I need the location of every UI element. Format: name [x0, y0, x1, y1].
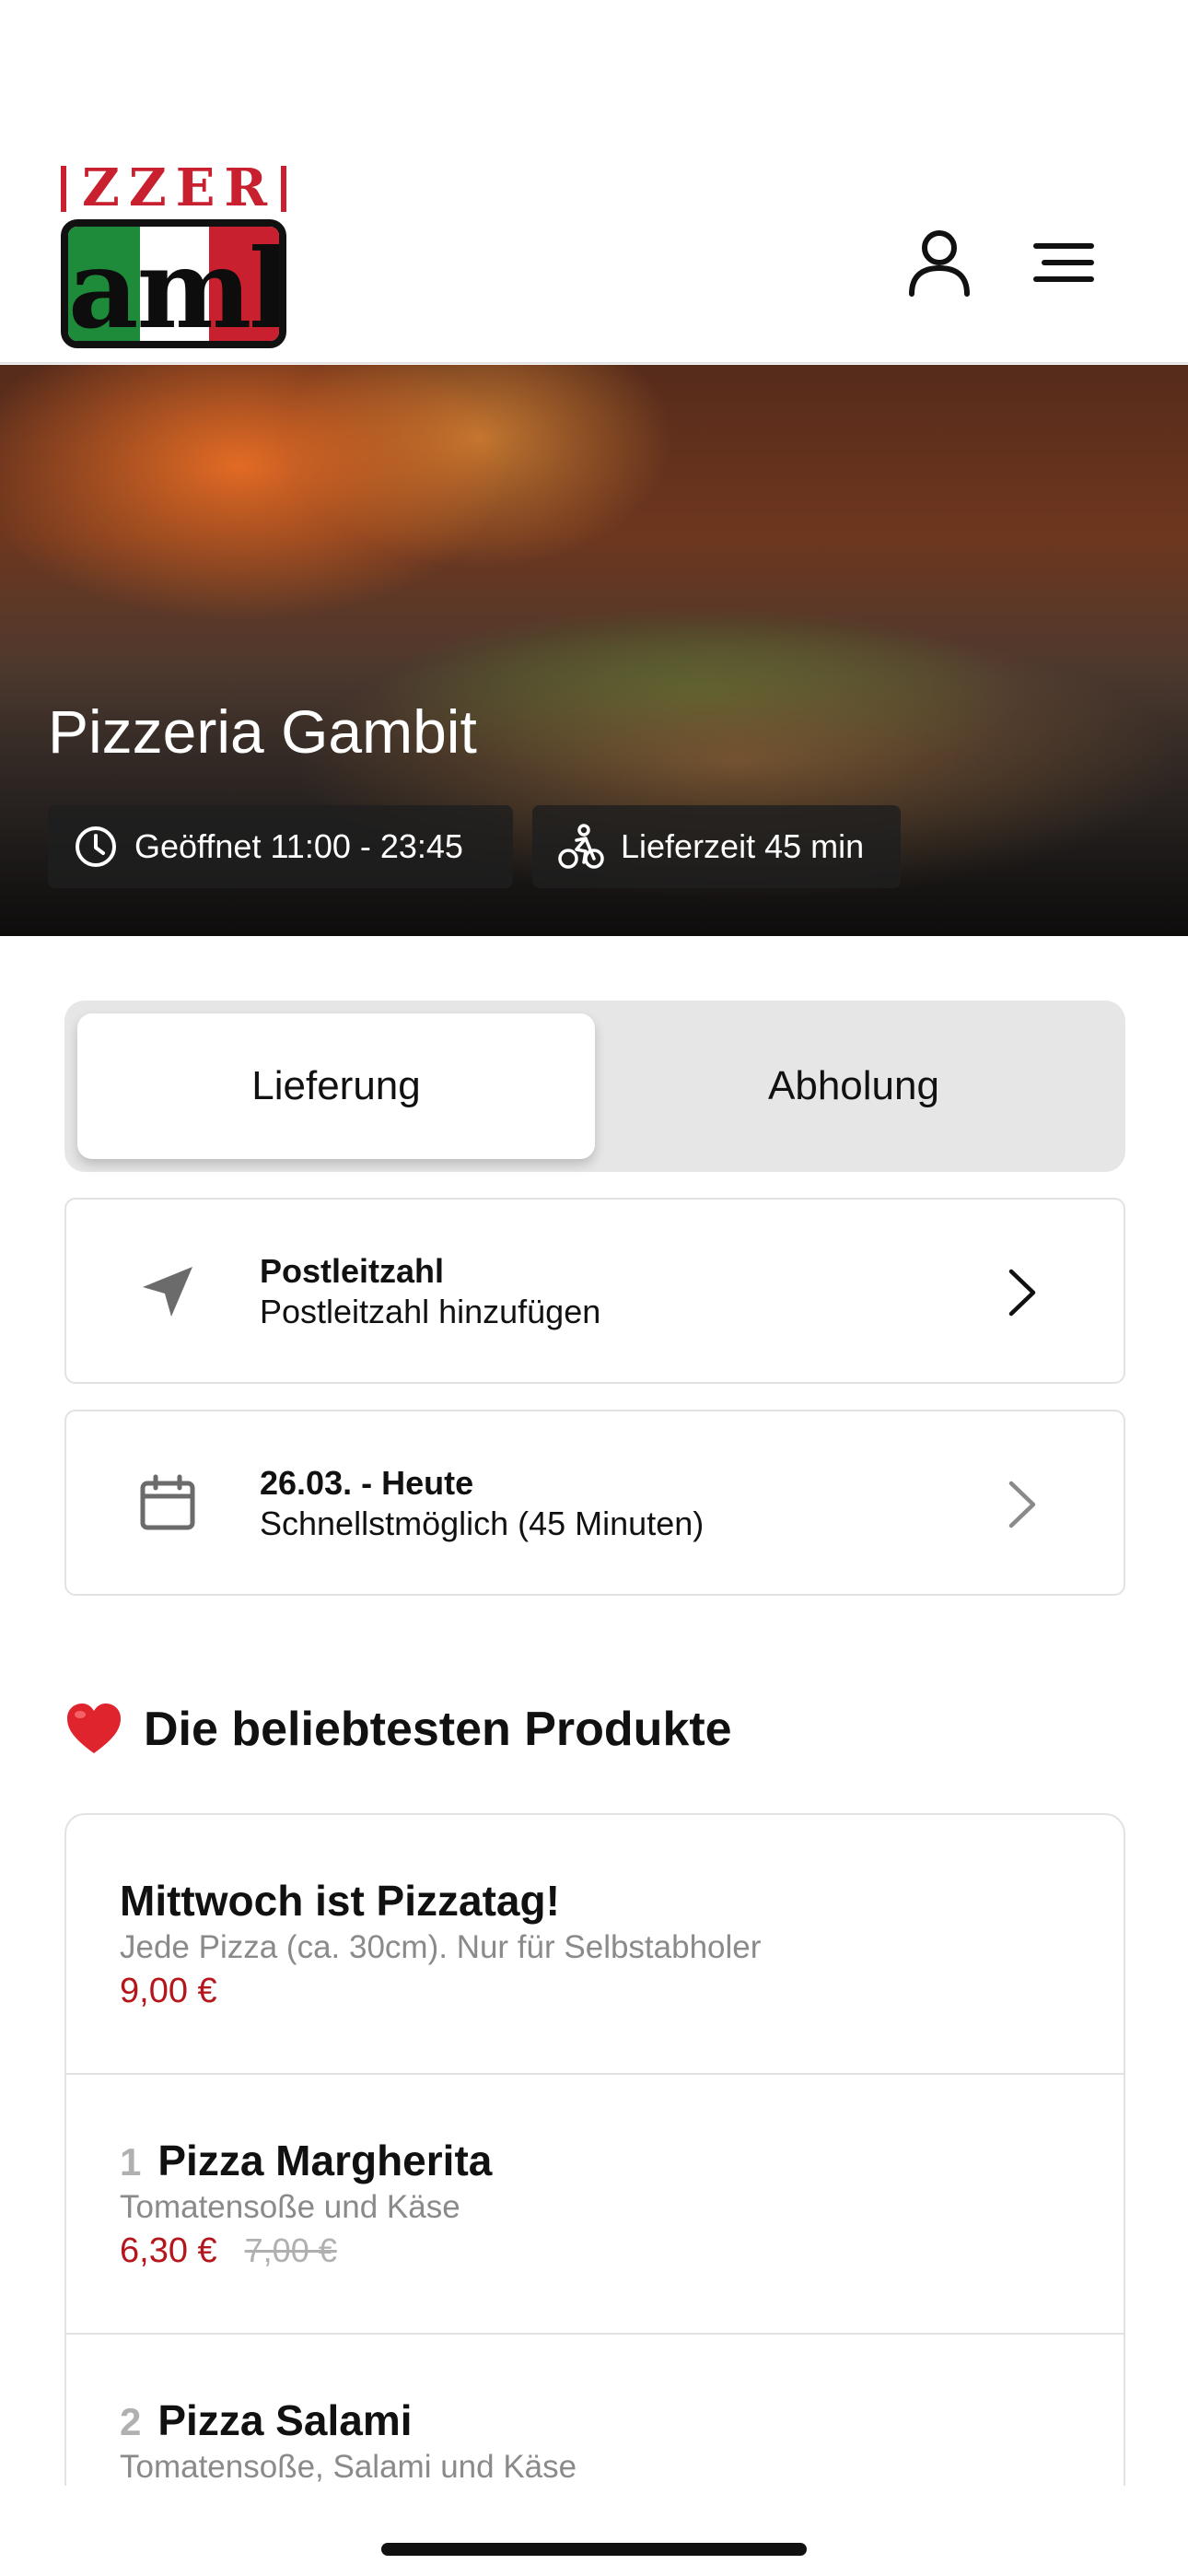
product-name: Mittwoch ist Pizzatag!: [120, 1877, 560, 1925]
opening-hours-text: Geöffnet 11:00 - 23:45: [134, 827, 463, 865]
profile-button[interactable]: [898, 221, 981, 304]
product-price-row: 9,00 €: [120, 1972, 217, 2011]
heart-icon: [67, 1704, 121, 1753]
product-number: 2: [120, 2400, 142, 2443]
delivery-date-card[interactable]: 26.03. - Heute Schnellstmöglich (45 Minu…: [64, 1410, 1125, 1596]
chevron-right-icon: [995, 1262, 1050, 1323]
restaurant-name: Pizzeria Gambit: [48, 697, 477, 766]
app-header: ZZER amb: [0, 0, 1188, 364]
delivery-date-title: 26.03. - Heute: [260, 1464, 474, 1502]
delivery-time-text: Lieferzeit 45 min: [621, 827, 865, 865]
restaurant-logo[interactable]: ZZER amb: [61, 166, 286, 355]
list-item[interactable]: 1 Pizza Margherita Tomatensoße und Käse …: [66, 2075, 1124, 2335]
chevron-right-icon: [995, 1474, 1050, 1535]
product-price: 9,00 €: [120, 1972, 217, 2010]
calendar-icon: [131, 1467, 204, 1540]
product-list: Mittwoch ist Pizzatag! Jede Pizza (ca. 3…: [64, 1813, 1125, 2486]
logo-main-text: amb: [68, 225, 279, 348]
bike-icon: [558, 824, 604, 869]
clock-icon: [76, 826, 116, 867]
menu-button[interactable]: [1022, 226, 1105, 299]
product-name-row: Mittwoch ist Pizzatag!: [120, 1876, 560, 1926]
user-icon: [909, 230, 970, 297]
postal-code-card[interactable]: Postleitzahl Postleitzahl hinzufügen: [64, 1198, 1125, 1384]
hero-banner: Pizzeria Gambit Geöffnet 11:00 - 23:45 L…: [0, 365, 1188, 936]
product-number: 1: [120, 2140, 142, 2184]
postal-code-title: Postleitzahl: [260, 1252, 445, 1290]
home-indicator[interactable]: [381, 2543, 807, 2556]
tab-abholung[interactable]: Abholung: [595, 1013, 1112, 1159]
opening-hours-badge: Geöffnet 11:00 - 23:45: [48, 805, 513, 888]
logo-top-banner: ZZER: [61, 166, 286, 218]
logo-top-text: ZZER: [82, 166, 276, 218]
menu-icon: [1033, 243, 1094, 282]
product-price: 6,30 €: [120, 2231, 217, 2270]
delivery-date-subtitle: Schnellstmöglich (45 Minuten): [260, 1505, 705, 1542]
logo-flag-band: amb: [61, 219, 286, 348]
delivery-date-text: 26.03. - Heute Schnellstmöglich (45 Minu…: [260, 1463, 704, 1544]
product-description: Tomatensoße und Käse: [120, 2189, 460, 2225]
product-description: Tomatensoße, Salami und Käse: [120, 2449, 577, 2485]
popular-products-heading: Die beliebtesten Produkte: [64, 1700, 732, 1759]
product-old-price: 7,00 €: [244, 2231, 337, 2269]
popular-products-title: Die beliebtesten Produkte: [144, 1703, 732, 1756]
delivery-time-badge: Lieferzeit 45 min: [532, 805, 901, 888]
location-arrow-icon: [131, 1255, 204, 1329]
tab-lieferung[interactable]: Lieferung: [77, 1013, 595, 1159]
postal-code-subtitle: Postleitzahl hinzufügen: [260, 1293, 601, 1330]
postal-code-text: Postleitzahl Postleitzahl hinzufügen: [260, 1251, 600, 1332]
list-item[interactable]: Mittwoch ist Pizzatag! Jede Pizza (ca. 3…: [66, 1815, 1124, 2075]
order-mode-toggle: Lieferung Abholung: [64, 1001, 1125, 1172]
product-name: Pizza Margherita: [157, 2137, 493, 2184]
product-description: Jede Pizza (ca. 30cm). Nur für Selbstabh…: [120, 1929, 762, 1965]
product-name-row: 2 Pizza Salami: [120, 2395, 413, 2445]
list-item[interactable]: 2 Pizza Salami Tomatensoße, Salami und K…: [66, 2335, 1124, 2486]
product-price-row: 6,30 € 7,00 €: [120, 2231, 337, 2271]
product-name: Pizza Salami: [157, 2396, 413, 2444]
product-name-row: 1 Pizza Margherita: [120, 2136, 492, 2185]
